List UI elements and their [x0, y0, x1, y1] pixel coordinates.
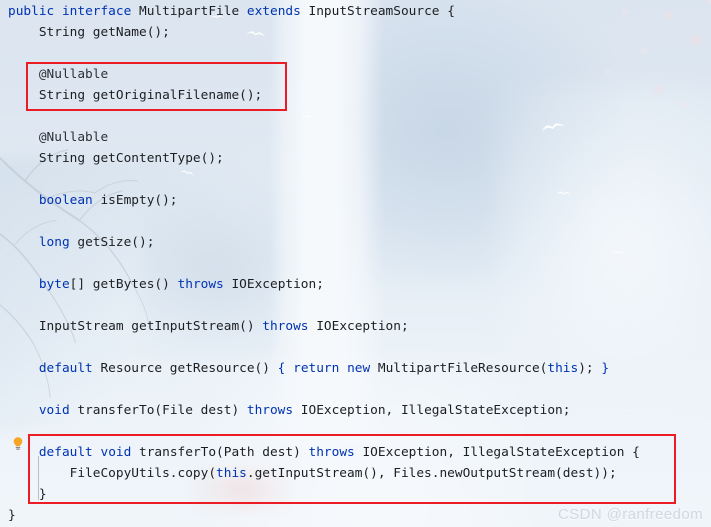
code-line[interactable] [0, 211, 711, 232]
code-line[interactable]: } [0, 484, 711, 505]
code-identifier: getSize(); [69, 235, 155, 250]
code-keyword: boolean [38, 193, 93, 208]
code-line[interactable] [0, 253, 711, 274]
code-identifier: InputStreamSource { [300, 4, 455, 19]
code-identifier: InputStream getInputStream() [38, 319, 263, 334]
code-keyword: long [38, 235, 70, 250]
code-identifier: } [8, 508, 16, 523]
code-identifier: String getName(); [38, 25, 170, 40]
code-identifier: IOException, IllegalStateException; [293, 403, 571, 418]
code-line[interactable]: FileCopyUtils.copy(this.getInputStream()… [0, 463, 711, 484]
code-keyword: interface [61, 4, 132, 19]
code-line[interactable]: default void transferTo(Path dest) throw… [0, 442, 711, 463]
code-keyword: default [38, 361, 93, 376]
code-line[interactable] [0, 106, 711, 127]
code-identifier: String getContentType(); [38, 151, 224, 166]
code-keyword: throws [262, 319, 309, 334]
code-line[interactable]: @Nullable [0, 127, 711, 148]
code-annotation: @Nullable [38, 130, 109, 145]
code-keyword: void [100, 445, 132, 460]
code-line[interactable] [0, 379, 711, 400]
code-identifier: transferTo(Path dest) [131, 445, 309, 460]
code-identifier: MultipartFileResource( [370, 361, 548, 376]
code-identifier [339, 361, 347, 376]
code-keyword: byte [38, 277, 70, 292]
code-identifier: Resource getResource() [92, 361, 278, 376]
code-identifier [54, 4, 62, 19]
code-identifier: IOException, IllegalStateException { [354, 445, 640, 460]
code-keyword: new [347, 361, 371, 376]
code-keyword: return [293, 361, 340, 376]
code-line[interactable]: public interface MultipartFile extends I… [0, 1, 711, 22]
code-keyword: this [547, 361, 579, 376]
code-line[interactable] [0, 169, 711, 190]
code-line[interactable] [0, 421, 711, 442]
code-editor[interactable]: public interface MultipartFile extends I… [0, 0, 711, 527]
code-identifier: .getInputStream(), Files.newOutputStream… [246, 466, 617, 481]
code-line[interactable] [0, 43, 711, 64]
code-keyword: } [601, 361, 610, 376]
code-line[interactable]: void transferTo(File dest) throws IOExce… [0, 400, 711, 421]
code-identifier: String getOriginalFilename(); [38, 88, 263, 103]
code-identifier: IOException; [308, 319, 409, 334]
code-identifier: FileCopyUtils.copy( [69, 466, 217, 481]
csdn-watermark: CSDN @ranfreedom [557, 506, 703, 523]
code-line[interactable]: default Resource getResource() { return … [0, 358, 711, 379]
code-keyword: default [38, 445, 93, 460]
code-keyword: extends [246, 4, 301, 19]
code-identifier: transferTo(File dest) [69, 403, 247, 418]
code-identifier: [] getBytes() [69, 277, 178, 292]
code-identifier: ); [578, 361, 602, 376]
code-keyword: public [8, 4, 55, 19]
code-annotation: @Nullable [38, 67, 109, 82]
code-line[interactable]: byte[] getBytes() throws IOException; [0, 274, 711, 295]
code-identifier: MultipartFile [131, 4, 247, 19]
code-keyword: throws [246, 403, 294, 418]
code-keyword: this [216, 466, 247, 481]
code-line[interactable] [0, 295, 711, 316]
code-keyword: throws [177, 277, 224, 292]
code-line[interactable]: @Nullable [0, 64, 711, 85]
code-line[interactable]: long getSize(); [0, 232, 711, 253]
code-identifier: isEmpty(); [92, 193, 178, 208]
code-identifier: IOException; [223, 277, 324, 292]
code-line[interactable] [0, 337, 711, 358]
lightbulb-icon[interactable] [10, 436, 26, 452]
code-identifier: } [38, 487, 47, 502]
code-text-area[interactable]: public interface MultipartFile extends I… [0, 0, 711, 527]
code-keyword: void [38, 403, 70, 418]
code-line[interactable]: InputStream getInputStream() throws IOEx… [0, 316, 711, 337]
code-identifier [285, 361, 293, 376]
code-line[interactable]: String getContentType(); [0, 148, 711, 169]
code-keyword: throws [308, 445, 355, 460]
code-line[interactable]: String getName(); [0, 22, 711, 43]
indent-guide [38, 456, 39, 500]
code-line[interactable]: boolean isEmpty(); [0, 190, 711, 211]
code-line[interactable]: String getOriginalFilename(); [0, 85, 711, 106]
